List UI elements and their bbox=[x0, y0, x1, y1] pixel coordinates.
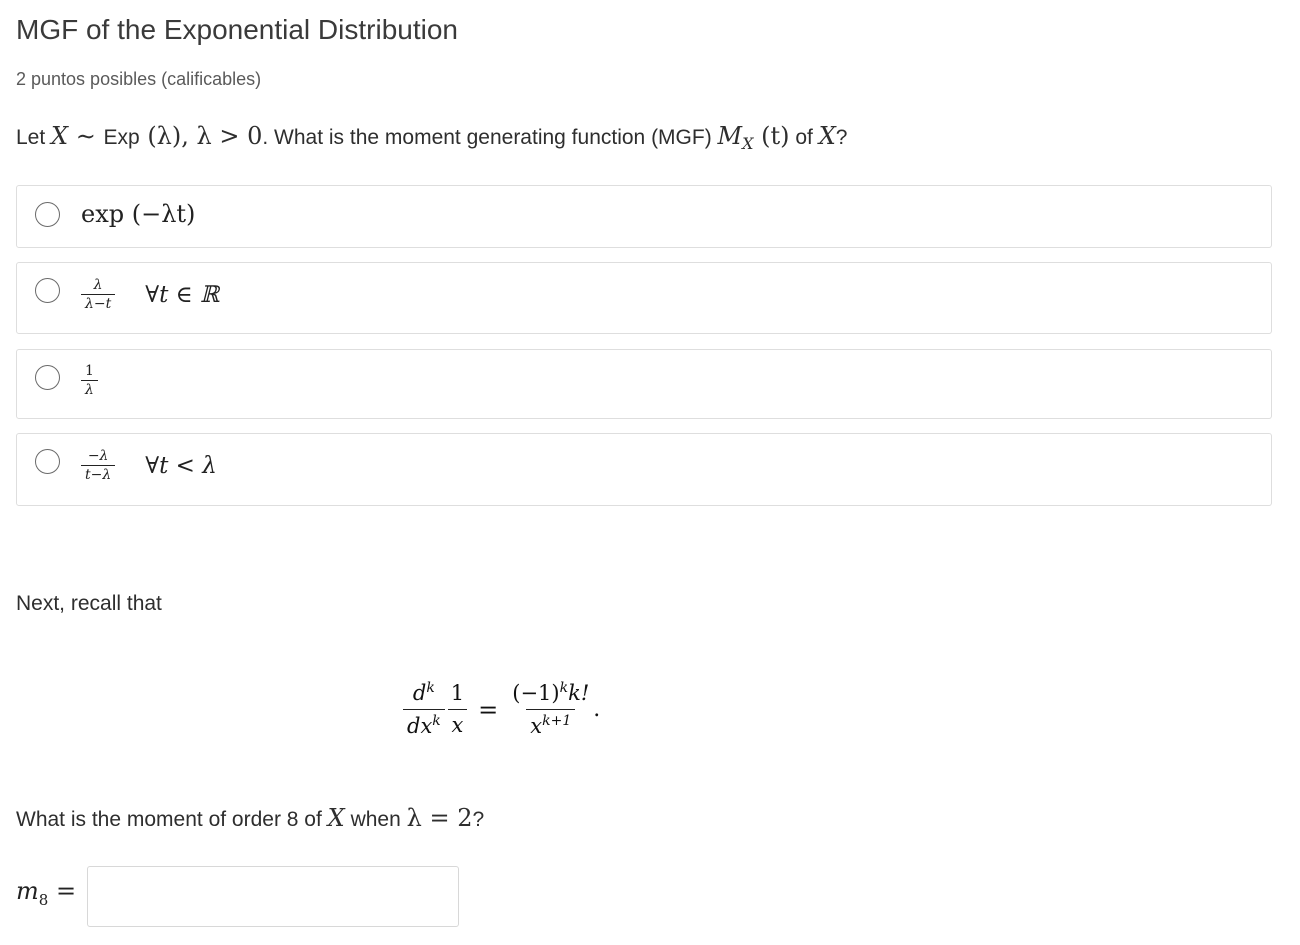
choice-condition: ∀t ∈ ℝ bbox=[145, 281, 220, 308]
points-label: 2 puntos posibles (calificables) bbox=[16, 69, 262, 89]
answer-label: m8 = bbox=[16, 877, 77, 909]
answer-input[interactable] bbox=[87, 866, 459, 927]
equation-period: . bbox=[593, 697, 601, 723]
equals-sign: = bbox=[478, 695, 499, 724]
radio-button[interactable] bbox=[35, 449, 60, 474]
rhs-fraction: (−1)kk! xk+1 bbox=[512, 680, 590, 739]
choice-option-1[interactable]: exp (−λt) bbox=[16, 185, 1272, 248]
reciprocal-fraction: 1 x bbox=[447, 681, 468, 738]
choice-fraction: 1 λ bbox=[81, 363, 98, 398]
choice-option-2[interactable]: λ λ−t ∀t ∈ ℝ bbox=[16, 262, 1272, 334]
choice-fraction: −λ t−λ bbox=[81, 448, 116, 483]
recall-text: Next, recall that bbox=[16, 592, 162, 615]
order-question: What is the moment of order 8 of X when … bbox=[16, 804, 485, 832]
choice-option-3[interactable]: 1 λ bbox=[16, 349, 1272, 419]
choice-fraction: λ λ−t bbox=[81, 277, 116, 312]
choice-option-4[interactable]: −λ t−λ ∀t < λ bbox=[16, 433, 1272, 506]
choice-condition: ∀t < λ bbox=[145, 452, 217, 479]
radio-button[interactable] bbox=[35, 202, 60, 227]
derivative-operator: dk dxk bbox=[403, 680, 445, 739]
radio-button[interactable] bbox=[35, 278, 60, 303]
question-text: Let X ∼ Exp (λ), λ > 0. What is the mome… bbox=[16, 122, 848, 154]
radio-button[interactable] bbox=[35, 365, 60, 390]
derivative-equation: dk dxk 1 x = (−1)kk! xk+1 . bbox=[403, 680, 600, 739]
problem-title: MGF of the Exponential Distribution bbox=[16, 14, 458, 45]
choice-expression: exp (−λt) bbox=[81, 200, 196, 228]
